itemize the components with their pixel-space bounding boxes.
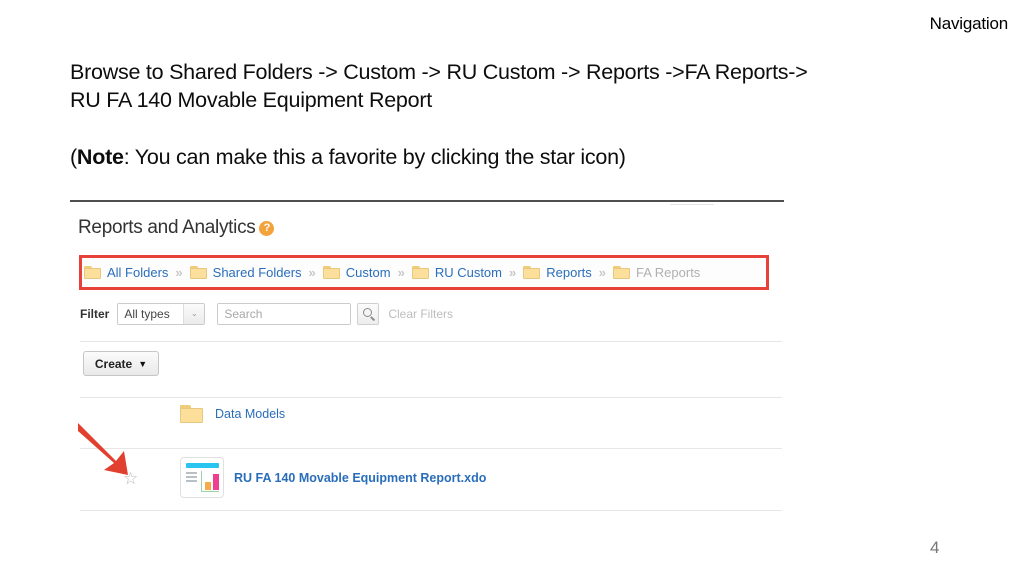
report-icon-text-line	[186, 480, 197, 482]
search-icon	[363, 308, 373, 317]
report-icon-text-line	[186, 472, 197, 474]
create-button[interactable]: Create ▼	[83, 351, 159, 376]
breadcrumb-item-ru-custom[interactable]: RU Custom	[411, 265, 502, 280]
breadcrumb-separator-icon: »	[308, 265, 316, 280]
filter-type-value: All types	[124, 307, 170, 321]
breadcrumb: All Folders » Shared Folders » Custom » …	[84, 256, 703, 289]
toolbar-divider	[80, 341, 782, 342]
breadcrumb-separator-icon: »	[509, 265, 517, 280]
report-icon-bar-orange	[205, 481, 211, 490]
search-button[interactable]	[357, 303, 380, 325]
list-divider-top	[80, 397, 782, 398]
page-title: Reports and Analytics	[78, 217, 256, 238]
note-paragraph: (Note: You can make this a favorite by c…	[70, 143, 890, 171]
folder-icon	[411, 266, 429, 279]
list-item[interactable]: RU FA 140 Movable Equipment Report.xdo	[180, 457, 486, 498]
slide-section-label: Navigation	[929, 14, 1009, 33]
breadcrumb-item-fa-reports[interactable]: FA Reports	[613, 265, 700, 280]
breadcrumb-separator-icon: »	[175, 265, 183, 280]
report-file-icon	[180, 457, 224, 498]
report-icon-text-line	[186, 476, 197, 478]
breadcrumb-separator-icon: »	[598, 265, 606, 280]
list-divider-bottom	[80, 510, 782, 511]
app-title-row: Reports and Analytics ?	[78, 217, 275, 239]
filter-label: Filter	[80, 307, 110, 321]
instruction-line-2: RU FA 140 Movable Equipment Report	[70, 88, 432, 113]
clear-filters-link[interactable]: Clear Filters	[388, 307, 453, 321]
list-item-label: RU FA 140 Movable Equipment Report.xdo	[234, 470, 487, 485]
folder-icon	[523, 266, 541, 279]
search-input[interactable]: Search	[217, 303, 352, 325]
breadcrumb-label: Shared Folders	[212, 265, 302, 280]
list-divider-middle	[80, 448, 782, 449]
folder-icon	[84, 266, 101, 279]
breadcrumb-label-current: FA Reports	[636, 265, 701, 280]
horizontal-divider	[70, 200, 784, 202]
breadcrumb-label: Custom	[345, 265, 391, 280]
page-number: 4	[930, 538, 940, 557]
breadcrumb-item-reports[interactable]: Reports	[523, 265, 592, 280]
folder-icon	[189, 266, 207, 279]
folder-icon	[613, 266, 630, 279]
create-button-label: Create	[94, 356, 133, 371]
filter-type-select[interactable]: All types ⌄	[117, 303, 206, 325]
filter-toolbar: Filter All types ⌄ Search Clear Filters	[80, 303, 453, 325]
breadcrumb-separator-icon: »	[397, 265, 405, 280]
report-icon-header-bar	[186, 463, 219, 468]
breadcrumb-label: All Folders	[107, 265, 169, 280]
note-bold-word: Note	[76, 144, 124, 169]
list-item[interactable]: Data Models	[180, 405, 285, 423]
report-icon-chart-axis	[201, 471, 219, 492]
note-paren-open: (	[70, 144, 77, 169]
breadcrumb-item-custom[interactable]: Custom	[322, 265, 391, 280]
breadcrumb-label: RU Custom	[434, 265, 502, 280]
instruction-line-1: Browse to Shared Folders -> Custom -> RU…	[70, 60, 808, 84]
annotation-arrow-icon	[78, 423, 128, 475]
list-item-label: Data Models	[215, 407, 286, 421]
instruction-paragraph: Browse to Shared Folders -> Custom -> RU…	[70, 58, 890, 115]
chevron-down-icon: ▼	[138, 358, 148, 369]
chevron-down-icon: ⌄	[183, 304, 205, 324]
report-icon-bar-pink	[213, 473, 219, 490]
breadcrumb-label: Reports	[546, 265, 592, 280]
slide-body: Browse to Shared Folders -> Custom -> RU…	[70, 58, 890, 171]
note-rest: : You can make this a favorite by clicki…	[123, 144, 626, 169]
embedded-app-screenshot: Reports and Analytics ? All Folders » Sh…	[70, 205, 784, 515]
help-icon[interactable]: ?	[259, 220, 275, 236]
folder-icon	[180, 405, 203, 423]
folder-icon	[322, 266, 340, 279]
breadcrumb-item-shared-folders[interactable]: Shared Folders	[189, 265, 302, 280]
breadcrumb-item-all-folders[interactable]: All Folders	[84, 265, 168, 280]
